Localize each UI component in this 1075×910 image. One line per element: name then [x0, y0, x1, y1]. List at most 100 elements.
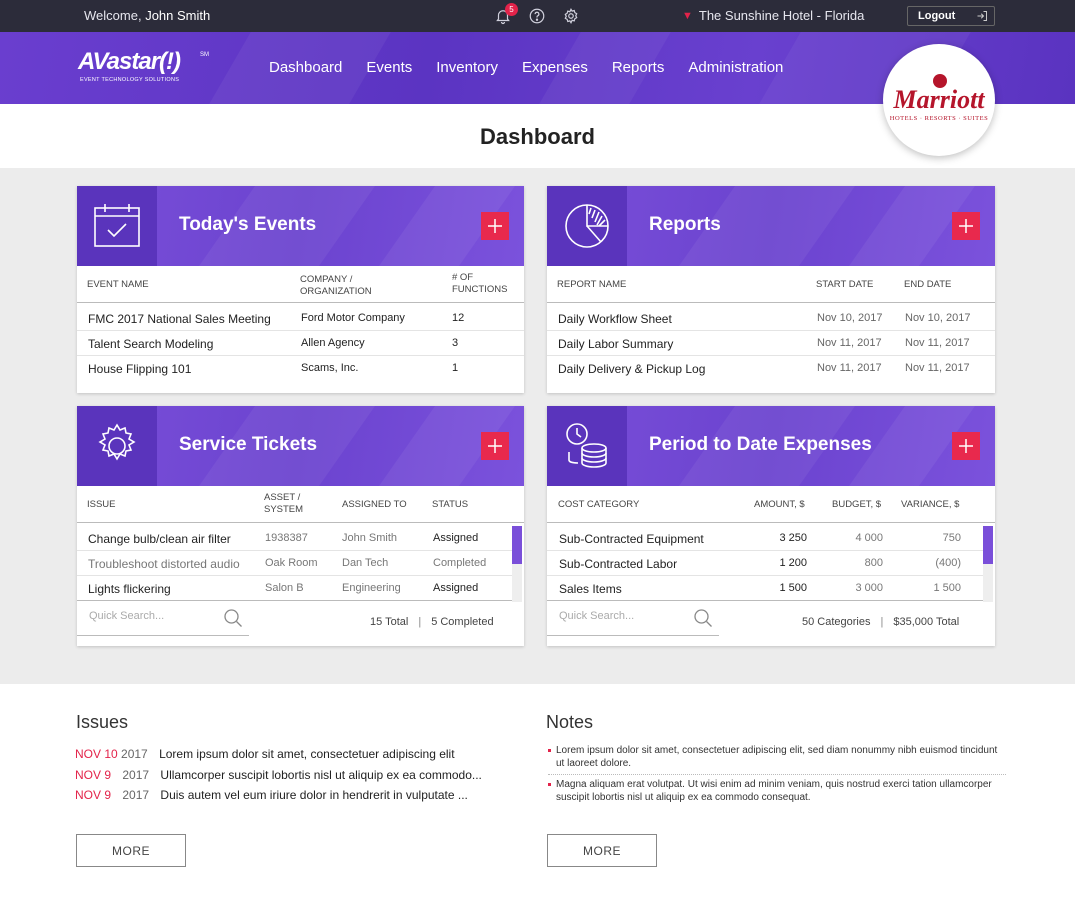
- cell: 3: [452, 337, 459, 349]
- table-row[interactable]: House Flipping 101 Scams, Inc. 1: [77, 356, 524, 381]
- help-icon: [529, 8, 545, 24]
- column-header: ISSUE: [87, 499, 116, 510]
- table-row[interactable]: Daily Workflow Sheet Nov 10, 2017 Nov 10…: [547, 306, 995, 331]
- table-row[interactable]: Daily Labor Summary Nov 11, 2017 Nov 11,…: [547, 331, 995, 356]
- nav-reports[interactable]: Reports: [612, 59, 665, 76]
- search-icon[interactable]: [223, 608, 243, 628]
- issue-date: NOV 9: [75, 768, 112, 782]
- service-tickets-card: Service Tickets ISSUE ASSET / SYSTEM ASS…: [77, 406, 524, 646]
- cell: Nov 11, 2017: [817, 337, 882, 349]
- gear-icon: [98, 423, 136, 461]
- hotel-selector[interactable]: ▼ The Sunshine Hotel - Florida: [682, 8, 864, 23]
- cell: 1 500: [933, 582, 961, 594]
- logout-button[interactable]: Logout: [907, 6, 995, 26]
- cell: Talent Search Modeling: [88, 337, 214, 351]
- notes-more-button[interactable]: MORE: [547, 834, 657, 867]
- issue-item[interactable]: NOV 9 2017 Ullamcorper suscipit lobortis…: [75, 768, 482, 782]
- cell: (400): [935, 557, 961, 569]
- card-header: Reports: [547, 186, 995, 266]
- cell: Completed: [433, 557, 487, 569]
- user-name: John Smith: [145, 8, 211, 23]
- table-row[interactable]: Sub-Contracted Equipment 3 250 4 000 750: [547, 526, 983, 551]
- add-expense-button[interactable]: [952, 432, 980, 460]
- issue-date: NOV 9: [75, 788, 112, 802]
- nav-events[interactable]: Events: [366, 59, 412, 76]
- brand-service-mark: SM: [200, 52, 209, 58]
- scrollbar[interactable]: [983, 526, 993, 602]
- table-row[interactable]: Daily Delivery & Pickup Log Nov 11, 2017…: [547, 356, 995, 381]
- add-event-button[interactable]: [481, 212, 509, 240]
- cell: Change bulb/clean air filter: [88, 532, 231, 546]
- column-header: BUDGET, $: [832, 499, 882, 510]
- table-row[interactable]: Change bulb/clean air filter 1938387 Joh…: [77, 526, 513, 551]
- help-button[interactable]: [526, 5, 548, 27]
- top-bar: Welcome, John Smith 5 ▼ The Sunshine Hot…: [0, 0, 1075, 32]
- table-row[interactable]: Sub-Contracted Labor 1 200 800 (400): [547, 551, 983, 576]
- cell: 4 000: [855, 532, 883, 544]
- scrollbar-thumb[interactable]: [983, 526, 993, 564]
- expenses-categories: 50 Categories: [802, 616, 871, 628]
- card-icon-box: [547, 186, 627, 266]
- column-header: VARIANCE, $: [901, 499, 960, 510]
- column-header: AMOUNT, $: [754, 499, 805, 510]
- issues-more-button[interactable]: MORE: [76, 834, 186, 867]
- plus-icon: [959, 219, 973, 233]
- cell: 3 250: [779, 532, 807, 544]
- issue-item[interactable]: NOV 10 2017 Lorem ipsum dolor sit amet, …: [75, 747, 455, 761]
- settings-button[interactable]: [560, 5, 582, 27]
- table-row[interactable]: Sales Items 1 500 3 000 1 500: [547, 576, 983, 601]
- search-input[interactable]: [559, 610, 689, 622]
- table-row[interactable]: Talent Search Modeling Allen Agency 3: [77, 331, 524, 356]
- issues-title: Issues: [76, 712, 129, 732]
- note-item[interactable]: Magna aliquam erat volutpat. Ut wisi eni…: [548, 779, 1004, 804]
- card-header: Today's Events: [77, 186, 524, 266]
- table-row[interactable]: Lights flickering Salon B Engineering As…: [77, 576, 513, 601]
- column-header: COMPANY / ORGANIZATION: [300, 274, 372, 297]
- divider: |: [418, 616, 422, 628]
- scrollbar[interactable]: [512, 526, 522, 602]
- cell: Assigned: [433, 532, 479, 544]
- card-title: Period to Date Expenses: [649, 434, 872, 455]
- cell: Sub-Contracted Labor: [559, 557, 678, 571]
- column-header: ASSIGNED TO: [342, 499, 407, 510]
- add-report-button[interactable]: [952, 212, 980, 240]
- column-header: ASSET / SYSTEM: [264, 492, 304, 515]
- cell: Daily Workflow Sheet: [558, 312, 672, 326]
- welcome-text: Welcome, John Smith: [84, 8, 210, 23]
- cell: Scams, Inc.: [301, 362, 359, 374]
- add-ticket-button[interactable]: [481, 432, 509, 460]
- card-header: Service Tickets: [77, 406, 524, 486]
- notes-title: Notes: [546, 712, 594, 732]
- nav-inventory[interactable]: Inventory: [436, 59, 498, 76]
- cell: 1938387: [265, 532, 308, 544]
- avastar-logo[interactable]: AVastar(!) SM EVENT TECHNOLOGY SOLUTIONS: [78, 50, 209, 86]
- cell: Dan Tech: [342, 557, 389, 569]
- tickets-completed: 5 Completed: [431, 616, 494, 628]
- logout-arrow-icon: [977, 11, 987, 21]
- nav-dashboard[interactable]: Dashboard: [269, 59, 342, 76]
- cell: 1: [452, 362, 459, 374]
- hotel-logo: Marriott HOTELS · RESORTS · SUITES: [883, 44, 995, 156]
- note-item[interactable]: Lorem ipsum dolor sit amet, consectetuer…: [548, 745, 1004, 770]
- cell: Nov 11, 2017: [905, 337, 970, 349]
- logout-label: Logout: [918, 10, 956, 22]
- divider: |: [880, 616, 884, 628]
- table-row[interactable]: Troubleshoot distorted audio Oak Room Da…: [77, 551, 513, 576]
- table-row[interactable]: FMC 2017 National Sales Meeting Ford Mot…: [77, 306, 524, 331]
- cell: 1 500: [779, 582, 807, 594]
- plus-icon: [488, 439, 502, 453]
- card-title: Today's Events: [179, 214, 317, 235]
- card-header: Period to Date Expenses: [547, 406, 995, 486]
- scrollbar-thumb[interactable]: [512, 526, 522, 564]
- search-icon[interactable]: [693, 608, 713, 628]
- nav-expenses[interactable]: Expenses: [522, 59, 588, 76]
- expenses-total: $35,000 Total: [893, 616, 960, 628]
- issue-item[interactable]: NOV 9 2017 Duis autem vel eum iriure dol…: [75, 788, 468, 802]
- nav-administration[interactable]: Administration: [688, 59, 783, 76]
- cell: 3 000: [855, 582, 883, 594]
- search-input[interactable]: [89, 610, 219, 622]
- reports-card: Reports REPORT NAME START DATE END DATE …: [547, 186, 995, 393]
- cell: Nov 11, 2017: [905, 362, 970, 374]
- notifications-button[interactable]: 5: [492, 3, 518, 27]
- cell: Sales Items: [559, 582, 622, 596]
